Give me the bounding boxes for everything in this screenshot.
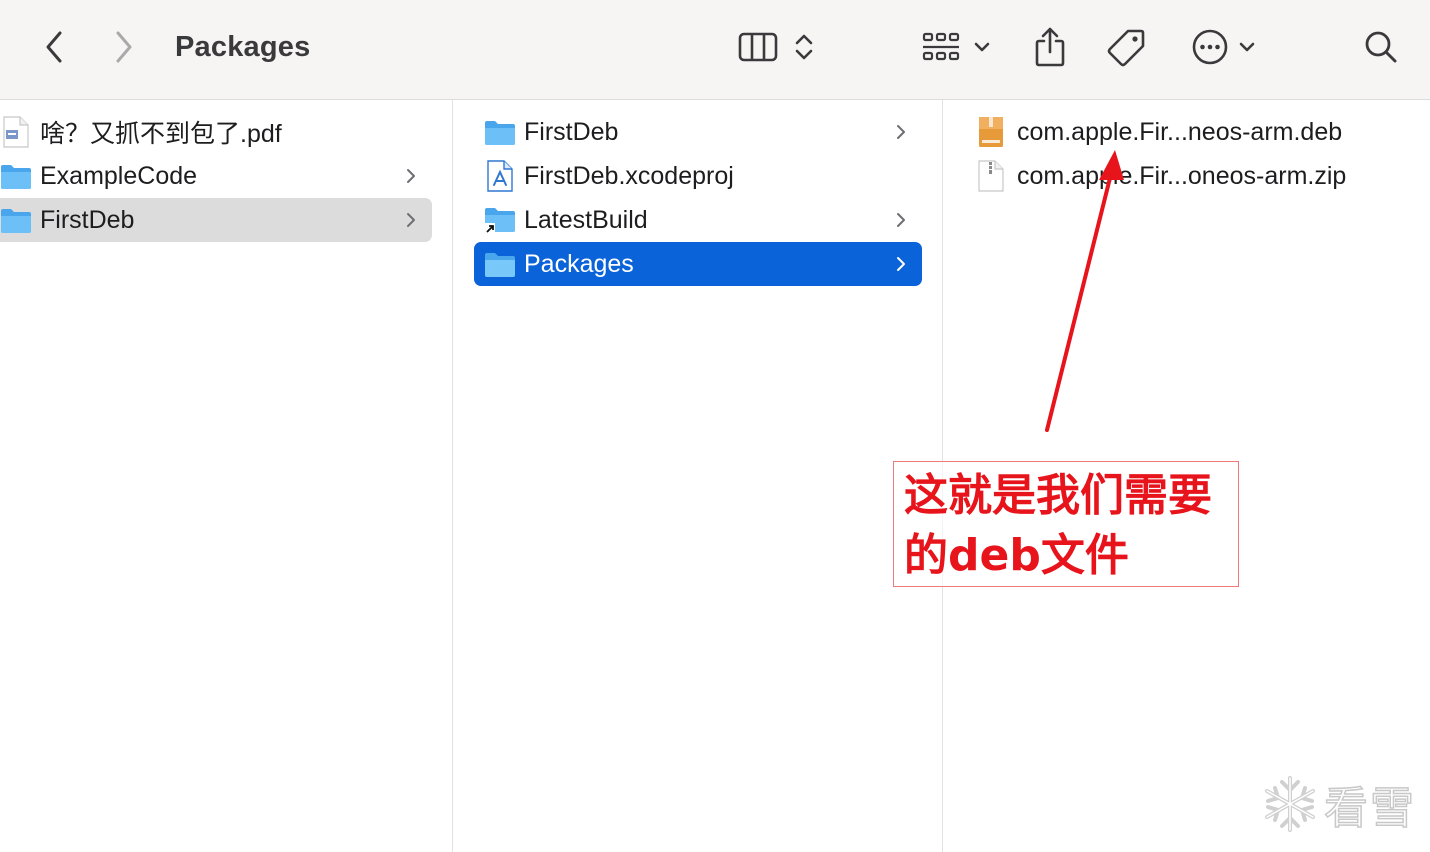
column-1[interactable]: 啥？又抓不到包了.pdf ExampleCode FirstDeb bbox=[0, 100, 453, 852]
back-button[interactable] bbox=[36, 28, 72, 66]
folder-icon bbox=[0, 160, 32, 192]
pdf-document-icon bbox=[0, 116, 32, 148]
folder-icon bbox=[484, 248, 516, 280]
search-button[interactable] bbox=[1360, 26, 1402, 68]
grid-group-icon bbox=[922, 32, 960, 61]
window-title: Packages bbox=[175, 31, 311, 63]
archive-icon bbox=[975, 116, 1007, 148]
folder-name: FirstDeb bbox=[40, 205, 135, 234]
chevron-right-icon bbox=[402, 167, 420, 185]
toolbar: Packages bbox=[0, 0, 1430, 100]
column-2[interactable]: FirstDeb FirstDeb.xcodeproj LatestBuild … bbox=[453, 100, 943, 852]
chevron-left-icon bbox=[46, 31, 62, 63]
file-row[interactable]: 啥？又抓不到包了.pdf bbox=[0, 110, 432, 154]
column-view-icon bbox=[738, 32, 778, 62]
folder-alias-icon bbox=[484, 204, 516, 236]
chevron-right-icon bbox=[892, 211, 910, 229]
view-mode-button[interactable] bbox=[734, 26, 820, 68]
folder-icon bbox=[484, 116, 516, 148]
search-icon bbox=[1365, 31, 1397, 63]
file-name: FirstDeb.xcodeproj bbox=[524, 161, 734, 190]
xcodeproj-icon bbox=[484, 160, 516, 192]
chevron-right-icon bbox=[892, 255, 910, 273]
annotation-line-1: 这就是我们需要 bbox=[904, 470, 1212, 521]
folder-icon bbox=[0, 204, 32, 236]
file-row[interactable]: FirstDeb.xcodeproj bbox=[474, 154, 922, 198]
folder-name: FirstDeb bbox=[524, 117, 619, 146]
annotation-callout: 这就是我们需要 的deb文件 bbox=[893, 461, 1239, 587]
file-row[interactable]: com.apple.Fir...neos-arm.deb bbox=[975, 110, 1425, 154]
chevron-right-icon bbox=[892, 123, 910, 141]
file-name: com.apple.Fir...neos-arm.deb bbox=[1017, 117, 1343, 146]
file-name: com.apple.Fir...oneos-arm.zip bbox=[1017, 161, 1347, 190]
folder-name: LatestBuild bbox=[524, 205, 648, 234]
finder-window: Packages 啥？又抓不到包了.pdf ExampleCode FirstD… bbox=[0, 0, 1430, 852]
snowflake-icon bbox=[1265, 776, 1315, 832]
chevron-down-icon bbox=[974, 42, 990, 52]
folder-name: Packages bbox=[524, 249, 634, 278]
folder-row[interactable]: LatestBuild bbox=[474, 198, 922, 242]
share-icon bbox=[1035, 27, 1065, 67]
chevron-right-icon bbox=[402, 211, 420, 229]
file-name: 啥？又抓不到包了.pdf bbox=[40, 120, 282, 148]
more-actions-button[interactable] bbox=[1188, 26, 1260, 68]
sort-updown-icon bbox=[795, 34, 813, 60]
annotation-text: 这就是我们需要 的deb文件 bbox=[904, 466, 1234, 586]
folder-row[interactable]: ExampleCode bbox=[0, 154, 432, 198]
folder-row[interactable]: FirstDeb bbox=[0, 198, 432, 242]
watermark: 看雪 bbox=[1262, 772, 1416, 836]
tag-icon bbox=[1107, 29, 1145, 67]
more-icon bbox=[1192, 29, 1228, 65]
watermark-text: 看雪 bbox=[1323, 782, 1416, 835]
folder-row[interactable]: FirstDeb bbox=[474, 110, 922, 154]
share-button[interactable] bbox=[1028, 24, 1072, 70]
zip-icon bbox=[975, 160, 1007, 192]
file-row[interactable]: com.apple.Fir...oneos-arm.zip bbox=[975, 154, 1425, 198]
annotation-line-2: 的deb文件 bbox=[904, 530, 1129, 581]
chevron-down-icon bbox=[1239, 42, 1255, 52]
tag-button[interactable] bbox=[1104, 24, 1148, 70]
group-button[interactable] bbox=[918, 26, 994, 68]
folder-name: ExampleCode bbox=[40, 161, 198, 190]
forward-button[interactable] bbox=[106, 28, 142, 66]
chevron-right-icon bbox=[116, 31, 132, 63]
folder-row-selected[interactable]: Packages bbox=[474, 242, 922, 286]
